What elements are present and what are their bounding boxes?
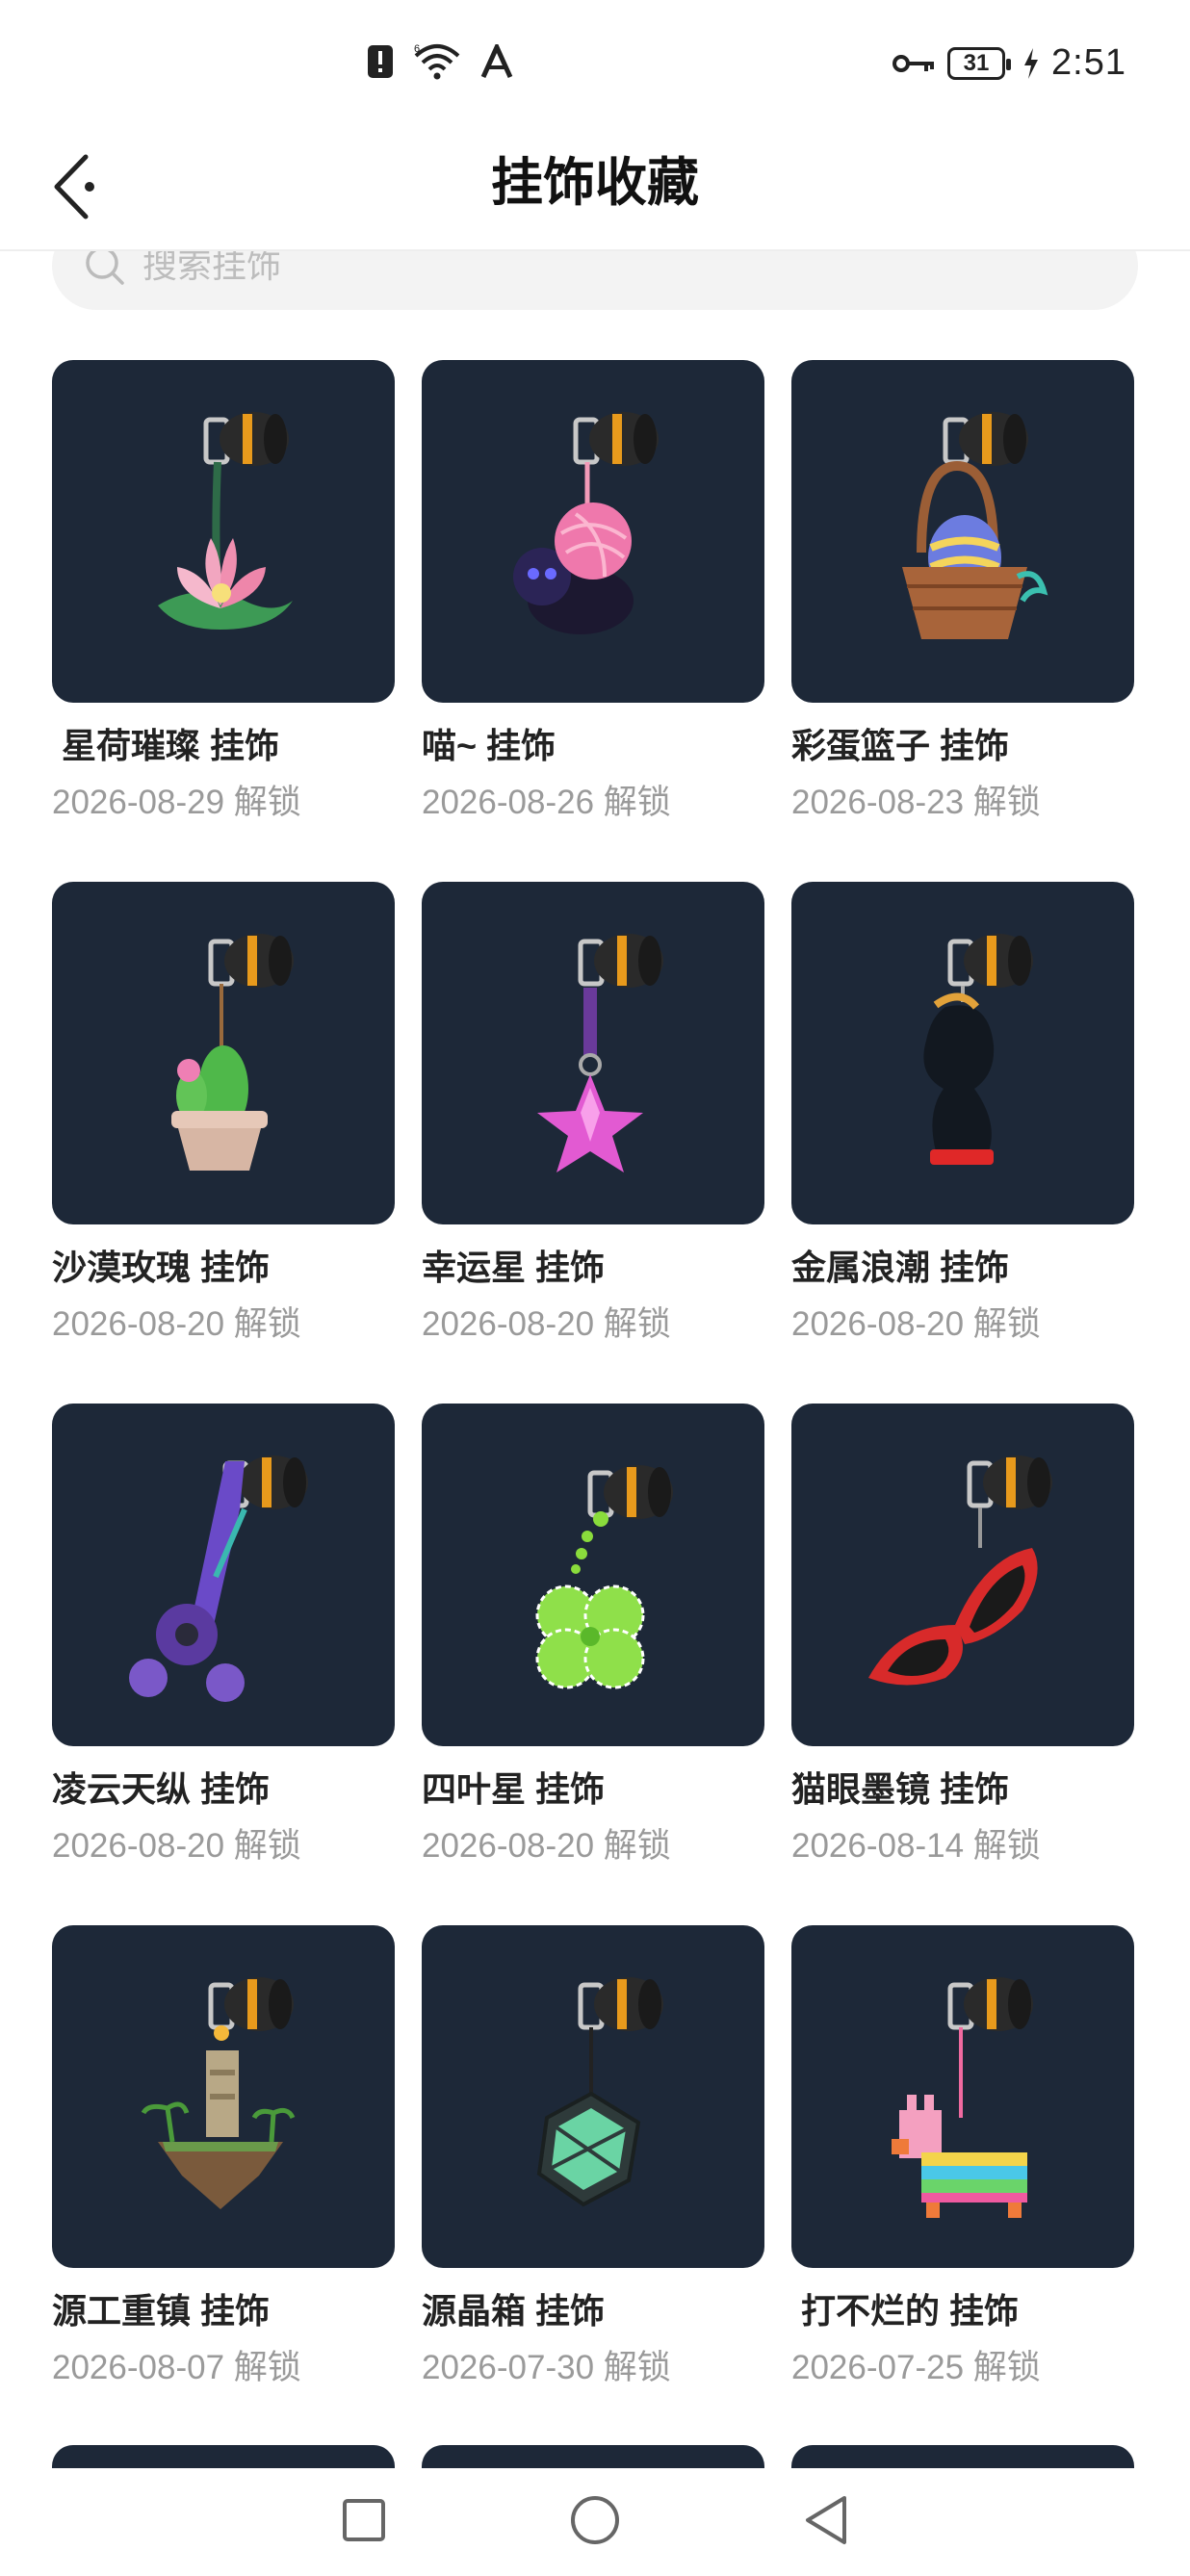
charging-icon [1022, 47, 1040, 80]
status-time: 2:51 [1051, 42, 1126, 83]
pendant-card-partial[interactable] [791, 2445, 1134, 2468]
pendant-name: 源工重镇 挂饰 [52, 2291, 271, 2331]
pendant-thumbnail [791, 882, 1134, 1224]
pendant-name: 喵~ 挂饰 [422, 726, 556, 765]
floating-island-pendant-icon [141, 1977, 296, 2209]
pendant-unlock-date: 2026-08-20 解锁 [52, 1305, 301, 1343]
pendant-name: 沙漠玫瑰 挂饰 [52, 1248, 271, 1287]
clover-pendant-icon [535, 1465, 673, 1689]
pendant-card[interactable]: 源晶箱 挂饰 2026-07-30 解锁 [422, 1925, 764, 2447]
square-icon [342, 2498, 386, 2547]
pendant-thumbnail [791, 360, 1134, 703]
search-icon [83, 251, 127, 288]
pendant-name: 金属浪潮 挂饰 [791, 1248, 1010, 1287]
chess-knight-pendant-icon [923, 934, 1033, 1165]
pendant-name: 源晶箱 挂饰 [422, 2291, 606, 2331]
pendant-thumbnail [52, 1925, 395, 2268]
pendant-name: 打不烂的 挂饰 [791, 2291, 1020, 2331]
pendant-card-partial[interactable] [422, 2445, 764, 2468]
star-pendant-icon [537, 934, 663, 1172]
pendant-thumbnail [791, 1404, 1134, 1746]
pendant-card-partial[interactable] [52, 2445, 395, 2468]
battery-icon: 31 [947, 46, 1012, 80]
pendant-name: 凌云天纵 挂饰 [52, 1769, 271, 1809]
pendant-thumbnail [422, 882, 764, 1224]
key-icon [892, 51, 936, 76]
pendant-thumbnail [52, 882, 395, 1224]
triangle-back-icon [802, 2494, 850, 2551]
pendant-name: 猫眼墨镜 挂饰 [791, 1769, 1010, 1809]
pendant-card[interactable]: 四叶星 挂饰 2026-08-20 解锁 [422, 1404, 764, 1925]
pendant-thumbnail [52, 360, 395, 703]
pendant-thumbnail [422, 360, 764, 703]
pendant-unlock-date: 2026-07-25 解锁 [791, 2349, 1041, 2386]
status-bar: 6 31 2:51 [0, 0, 1190, 135]
yarn-cat-pendant-icon [513, 412, 659, 634]
pinata-pendant-icon [892, 1977, 1033, 2218]
pendant-card[interactable]: 幸运星 挂饰 2026-08-20 解锁 [422, 882, 764, 1404]
pendant-unlock-date: 2026-08-26 解锁 [422, 784, 671, 821]
app-a-icon [479, 44, 514, 79]
pendant-card[interactable]: 猫眼墨镜 挂饰 2026-08-14 解锁 [791, 1404, 1134, 1925]
header-divider [0, 249, 1190, 251]
pendant-card[interactable]: 彩蛋篮子 挂饰 2026-08-23 解锁 [791, 360, 1134, 882]
spinner-pendant-icon [129, 1455, 308, 1702]
status-center-icons: 6 [366, 42, 514, 81]
pendant-unlock-date: 2026-08-20 解锁 [422, 1305, 671, 1343]
pendant-unlock-date: 2026-08-20 解锁 [791, 1305, 1041, 1343]
app-header: 挂饰收藏 [0, 135, 1190, 250]
crystal-box-pendant-icon [536, 1977, 663, 2207]
sunglasses-pendant-icon [868, 1455, 1052, 1686]
pendant-thumbnail [422, 1925, 764, 2268]
pendant-unlock-date: 2026-07-30 解锁 [422, 2349, 671, 2386]
home-button[interactable] [566, 2493, 624, 2551]
page-title: 挂饰收藏 [491, 154, 699, 212]
status-right-icons: 31 2:51 [892, 42, 1126, 84]
wifi-6-icon: 6 [412, 42, 462, 81]
pendant-name: 四叶星 挂饰 [422, 1769, 606, 1809]
pendant-unlock-date: 2026-08-23 解锁 [791, 784, 1041, 821]
system-nav-bar [0, 2468, 1190, 2576]
lotus-pendant-icon [158, 412, 293, 630]
pendant-unlock-date: 2026-08-20 解锁 [52, 1827, 301, 1865]
search-bar[interactable] [52, 251, 1138, 310]
pendant-card[interactable]: 星荷璀璨 挂饰 2026-08-29 解锁 [52, 360, 395, 882]
back-nav-button[interactable] [797, 2493, 855, 2551]
pendant-name: 彩蛋篮子 挂饰 [791, 726, 1010, 765]
pendant-card[interactable]: 打不烂的 挂饰 2026-07-25 解锁 [791, 1925, 1134, 2447]
pendant-name: 幸运星 挂饰 [422, 1248, 606, 1287]
pendant-card[interactable]: 金属浪潮 挂饰 2026-08-20 解锁 [791, 882, 1134, 1404]
pendant-card[interactable]: 沙漠玫瑰 挂饰 2026-08-20 解锁 [52, 882, 395, 1404]
search-input[interactable] [142, 251, 1009, 286]
notification-alert-icon [366, 43, 395, 80]
pendant-thumbnail [791, 1925, 1134, 2268]
pendant-card[interactable]: 源工重镇 挂饰 2026-08-07 解锁 [52, 1925, 395, 2447]
pendant-unlock-date: 2026-08-14 解锁 [791, 1827, 1041, 1865]
pendant-card[interactable]: 喵~ 挂饰 2026-08-26 解锁 [422, 360, 764, 882]
recents-button[interactable] [335, 2493, 393, 2551]
pendant-card[interactable]: 凌云天纵 挂饰 2026-08-20 解锁 [52, 1404, 395, 1925]
circle-icon [569, 2494, 621, 2551]
pendant-unlock-date: 2026-08-20 解锁 [422, 1827, 671, 1865]
pendant-thumbnail [52, 1404, 395, 1746]
egg-basket-pendant-icon [902, 412, 1048, 639]
pendant-unlock-date: 2026-08-29 解锁 [52, 784, 301, 821]
search-area [0, 251, 1190, 319]
pendant-grid: 星荷璀璨 挂饰 2026-08-29 解锁 喵~ 挂饰 2026-08-26 解… [52, 360, 1138, 2447]
pendant-name: 星荷璀璨 挂饰 [52, 726, 280, 765]
next-row-partial [52, 2445, 1138, 2468]
cactus-pendant-icon [171, 934, 294, 1171]
pendant-thumbnail [422, 1404, 764, 1746]
pendant-unlock-date: 2026-08-07 解锁 [52, 2349, 301, 2386]
svg-text:6: 6 [414, 43, 420, 55]
